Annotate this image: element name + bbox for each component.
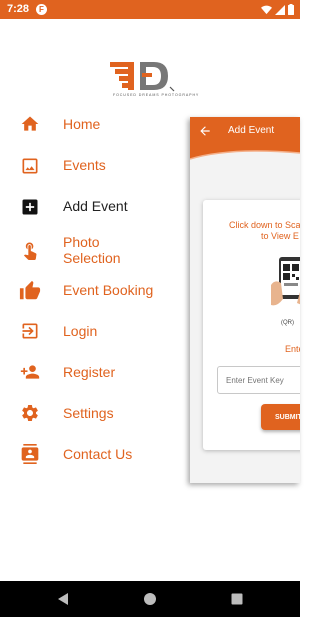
menu-label-login: Login bbox=[63, 323, 98, 339]
qr-caption: (QR) bbox=[281, 320, 294, 326]
menu-label-settings: Settings bbox=[63, 405, 114, 421]
menu-item-login[interactable]: Login bbox=[0, 312, 190, 348]
scan-line-2: to View E bbox=[261, 231, 299, 241]
recents-icon[interactable] bbox=[230, 592, 244, 606]
battery-icon bbox=[288, 4, 294, 15]
menu-label-add-event: Add Event bbox=[63, 198, 128, 214]
preview-title: Add Event bbox=[228, 125, 275, 136]
back-arrow-icon[interactable] bbox=[198, 124, 212, 138]
menu-item-contact-us[interactable]: Contact Us bbox=[0, 436, 190, 472]
menu-item-events[interactable]: Events bbox=[0, 147, 190, 183]
home-icon bbox=[21, 116, 39, 131]
wifi-icon bbox=[261, 5, 272, 14]
signal-icon bbox=[275, 4, 285, 15]
back-icon[interactable] bbox=[56, 592, 70, 606]
person-add-icon bbox=[20, 365, 40, 379]
gear-icon bbox=[22, 405, 38, 421]
menu-label-home: Home bbox=[63, 116, 101, 132]
status-time: 7:28 bbox=[7, 3, 30, 15]
login-icon bbox=[22, 323, 38, 339]
add-event-card: Click down to Sca to View E (QR) Enter E… bbox=[203, 200, 300, 450]
event-key-input[interactable] bbox=[217, 366, 300, 394]
app-notification-icon: F bbox=[36, 4, 47, 15]
scan-line-1: Click down to Sca bbox=[229, 220, 300, 230]
home-nav-icon[interactable] bbox=[143, 592, 157, 606]
menu-item-add-event[interactable]: Add Event bbox=[0, 188, 190, 224]
qr-phone-icon bbox=[271, 257, 300, 306]
menu-label-events: Events bbox=[63, 157, 106, 173]
menu-label-register: Register bbox=[63, 364, 116, 380]
menu-item-settings[interactable]: Settings bbox=[0, 394, 190, 430]
header-wave bbox=[190, 150, 300, 167]
add-event-screen-preview[interactable]: Add Event Click down to Sca to View E (Q… bbox=[190, 117, 300, 483]
scan-instruction: Click down to Sca to View E bbox=[229, 220, 300, 242]
contact-icon bbox=[21, 444, 39, 464]
menu-label-event-booking: Event Booking bbox=[63, 282, 154, 298]
touch-icon bbox=[23, 242, 37, 260]
menu-item-home[interactable]: Home bbox=[0, 106, 190, 142]
submit-button[interactable]: SUBMIT bbox=[261, 404, 300, 430]
logo-tagline: FOCUSED DREAMS PHOTOGRAPHY bbox=[113, 93, 200, 97]
navigation-drawer: FOCUSED DREAMS PHOTOGRAPHY Home Events A… bbox=[0, 19, 198, 581]
thumbs-up-icon bbox=[19, 280, 41, 300]
menu-item-register[interactable]: Register bbox=[0, 353, 190, 389]
enter-event-label: Enter Even bbox=[285, 344, 300, 354]
menu-label-photo-selection: Photo Selection bbox=[63, 234, 121, 266]
status-icons bbox=[261, 4, 294, 15]
status-bar: 7:28 F bbox=[0, 0, 300, 19]
add-box-icon bbox=[22, 199, 38, 215]
menu-item-event-booking[interactable]: Event Booking bbox=[0, 271, 190, 307]
preview-app-bar: Add Event bbox=[190, 117, 300, 167]
menu-label-contact-us: Contact Us bbox=[63, 446, 133, 462]
image-icon bbox=[22, 158, 38, 174]
system-nav-bar bbox=[0, 581, 300, 617]
